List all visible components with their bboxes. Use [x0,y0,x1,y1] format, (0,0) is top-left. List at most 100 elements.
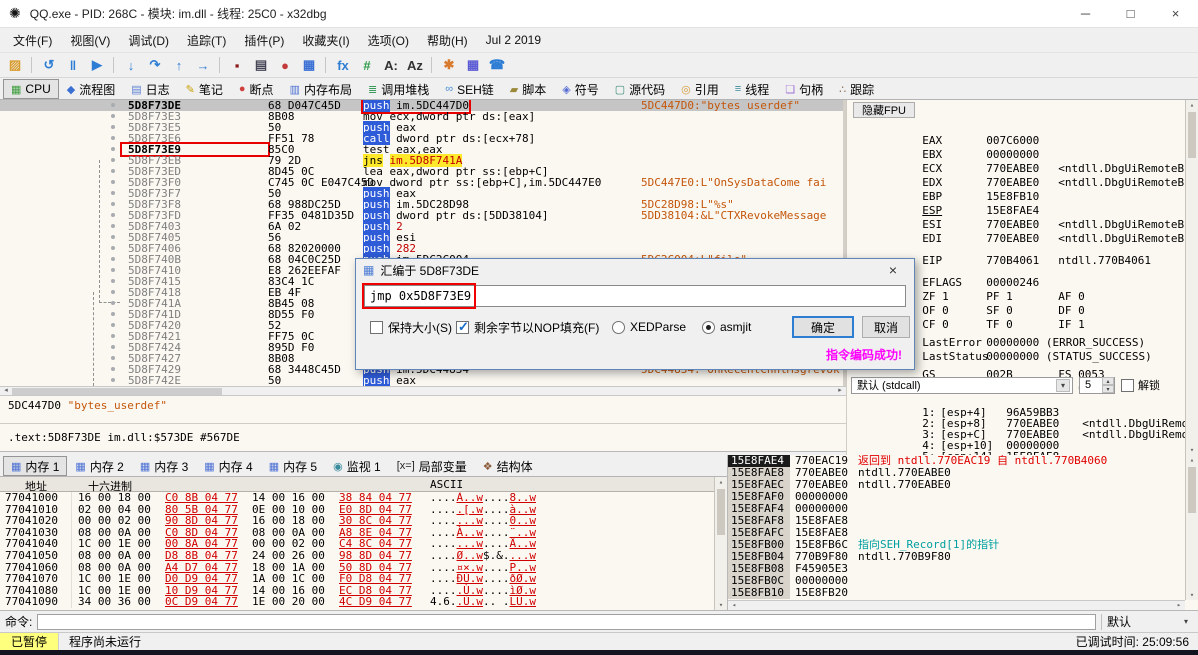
argument-count-stepper[interactable]: 5 ▴ ▾ [1079,376,1115,394]
asmjit-option[interactable]: asmjit [702,317,751,337]
scroll-down-icon[interactable]: ▾ [1186,590,1198,600]
assemble-instruction-input[interactable] [364,285,906,307]
scroll-left-icon[interactable]: ◂ [729,601,739,609]
tab-graph[interactable]: ◆ 流程图 [59,79,123,99]
command-input[interactable] [37,613,1096,630]
menu-item[interactable]: 视图(V) [61,29,119,52]
tab-struct[interactable]: ❖ 结构体 [475,456,541,476]
disasm-row[interactable]: 5D8F742E 50 push eax [0,374,843,386]
stack-argument-row[interactable]: 1: [esp+4] 96A59BB3 [847,396,1185,418]
calling-convention-select[interactable]: 默认 (stdcall) ▾ [851,376,1073,394]
tab-script[interactable]: ▰ 脚本 [502,79,554,99]
ok-button[interactable]: 确定 [792,316,854,338]
assemble-icon[interactable]: A: [379,54,403,76]
keep-size-option[interactable]: 保持大小(S) [370,317,452,337]
patch-icon[interactable]: # [355,54,379,76]
scroll-thumb[interactable] [717,489,725,535]
hide-fpu-button[interactable]: 隐藏FPU [853,102,915,118]
menu-item[interactable]: 文件(F) [4,29,61,52]
keep-size-checkbox[interactable] [370,320,383,334]
scroll-thumb[interactable] [1188,112,1196,158]
scroll-right-icon[interactable]: ▸ [835,387,845,395]
cancel-button[interactable]: 取消 [862,316,910,338]
memory-map-icon[interactable]: ▦ [297,54,321,76]
dump-row[interactable]: 77041070 1C 00 1E 00 D0 D9 04 77 1A 00 1… [0,573,727,585]
tab-dump-4[interactable]: ▦ 内存 4 [196,456,260,476]
xedparse-option[interactable]: XEDParse [612,317,686,337]
dump-row[interactable]: 77041090 34 00 36 00 0C D9 04 77 1E 00 2… [0,596,727,608]
command-script-select[interactable]: 默认 ▾ [1101,613,1193,630]
stack-row[interactable]: 15E8FB10 15E8FB20 [728,587,1198,599]
disasm-row[interactable]: 5D8F7405 56 push esi [0,231,843,244]
run-icon[interactable]: ▶ [85,54,109,76]
settings-icon[interactable]: ✱ [431,54,461,76]
unlock-checkbox[interactable] [1121,378,1134,392]
menu-item[interactable]: 选项(O) [359,29,418,52]
scroll-thumb[interactable] [1188,467,1196,513]
scroll-down-icon[interactable]: ▾ [715,600,727,610]
tab-trace[interactable]: ∴ 跟踪 [831,79,882,99]
memory-dump-view[interactable]: 地址 十六进制 ASCII 77041000 16 00 18 00 C0 8B… [0,477,727,610]
fx-icon[interactable]: fx [325,54,355,76]
disasm-row[interactable]: 5D8F7403 6A 02 push 2 [0,220,843,233]
close-icon[interactable]: × [879,262,907,278]
execute-till-return-icon[interactable]: ↑ [167,54,191,76]
tab-call-stack[interactable]: ≣ 调用堆栈 [360,79,437,99]
tab-source[interactable]: ▢ 源代码 [607,79,673,99]
scroll-up-icon[interactable]: ▴ [715,477,727,487]
dump-row[interactable]: 77041050 08 00 0A 00 D8 8B 04 77 24 00 2… [0,550,727,562]
register-row[interactable]: EAX 007C6000 [847,120,1185,147]
stack-scrollbar[interactable]: ▴ ▾ [1185,455,1198,600]
tab-symbols[interactable]: ◈ 符号 [554,79,606,99]
dump-scrollbar[interactable]: ▴ ▾ [714,477,727,610]
animate-icon[interactable]: ▪ [219,54,249,76]
stack-view[interactable]: 15E8FAE4 770EAC19 返回到 ntdll.770EAC19 自 n… [727,455,1198,610]
dialog-title-bar[interactable]: ▦ 汇编于 5D8F73DE × [356,259,914,281]
tab-dump-2[interactable]: ▦ 内存 2 [67,456,131,476]
scroll-up-icon[interactable]: ▴ [1186,455,1198,465]
tab-references[interactable]: ◎ 引用 [673,79,727,99]
asmjit-radio[interactable] [702,320,715,334]
tab-handles[interactable]: ❏ 句柄 [777,79,831,99]
disasm-row[interactable]: 5D8F73E3 8B08 mov ecx,dword ptr ds:[eax] [0,111,843,122]
font-icon[interactable]: Az [403,54,427,76]
scroll-down-icon[interactable]: ▾ [1186,445,1198,455]
nop-fill-option[interactable]: 剩余字节以NOP填充(F) [456,317,599,337]
tab-memory-map[interactable]: ▥ 内存布局 [282,79,360,99]
menu-item[interactable]: Jul 2 2019 [477,30,550,50]
disasm-horizontal-scrollbar[interactable]: ◂ ▸ [0,386,846,396]
menu-item[interactable]: 帮助(H) [418,29,477,52]
minimize-button[interactable]: ─ [1063,0,1108,28]
nop-fill-checkbox[interactable] [456,319,469,335]
pause-icon[interactable]: ‖ [61,54,85,76]
favourites-icon[interactable]: ☎ [485,54,509,76]
menu-item[interactable]: 追踪(T) [178,29,235,52]
tab-dump-5[interactable]: ▦ 内存 5 [261,456,325,476]
scroll-right-icon[interactable]: ▸ [1174,601,1184,609]
tab-cpu[interactable]: ▦ CPU [3,79,59,99]
disasm-row[interactable]: 5D8F73F0 C745 0C E047C45D mov dword ptr … [0,177,843,188]
disasm-row[interactable]: 5D8F73FD FF35 0481D35D push dword ptr ds… [0,209,843,222]
unlock-checkbox-row[interactable]: 解锁 [1121,377,1160,393]
tab-breakpoints[interactable]: ● 断点 [231,79,282,99]
breakpoint-icon[interactable]: ● [273,54,297,76]
scroll-up-icon[interactable]: ▴ [1186,100,1198,110]
menu-item[interactable]: 插件(P) [235,29,293,52]
xedparse-radio[interactable] [612,320,625,334]
scroll-thumb[interactable] [12,388,222,395]
maximize-button[interactable]: □ [1108,0,1153,28]
tab-locals[interactable]: [x=] 局部变量 [389,456,475,476]
tab-watch-1[interactable]: ◉ 监视 1 [325,456,389,476]
tab-notes[interactable]: ✎ 笔记 [178,79,231,99]
step-into-icon[interactable]: ↓ [113,54,143,76]
run-to-user-code-icon[interactable]: → [191,54,215,76]
menu-item[interactable]: 收藏夹(I) [293,29,358,52]
scroll-left-icon[interactable]: ◂ [1,387,11,395]
tab-threads[interactable]: ≡ 线程 [727,79,777,99]
spin-down-icon[interactable]: ▾ [1102,385,1114,393]
tab-log[interactable]: ▤ 日志 [123,79,177,99]
tab-seh[interactable]: ∞ SEH链 [437,79,502,99]
close-button[interactable]: × [1153,0,1198,28]
chevron-down-icon[interactable]: ▾ [1184,617,1188,626]
step-over-icon[interactable]: ↷ [143,54,167,76]
